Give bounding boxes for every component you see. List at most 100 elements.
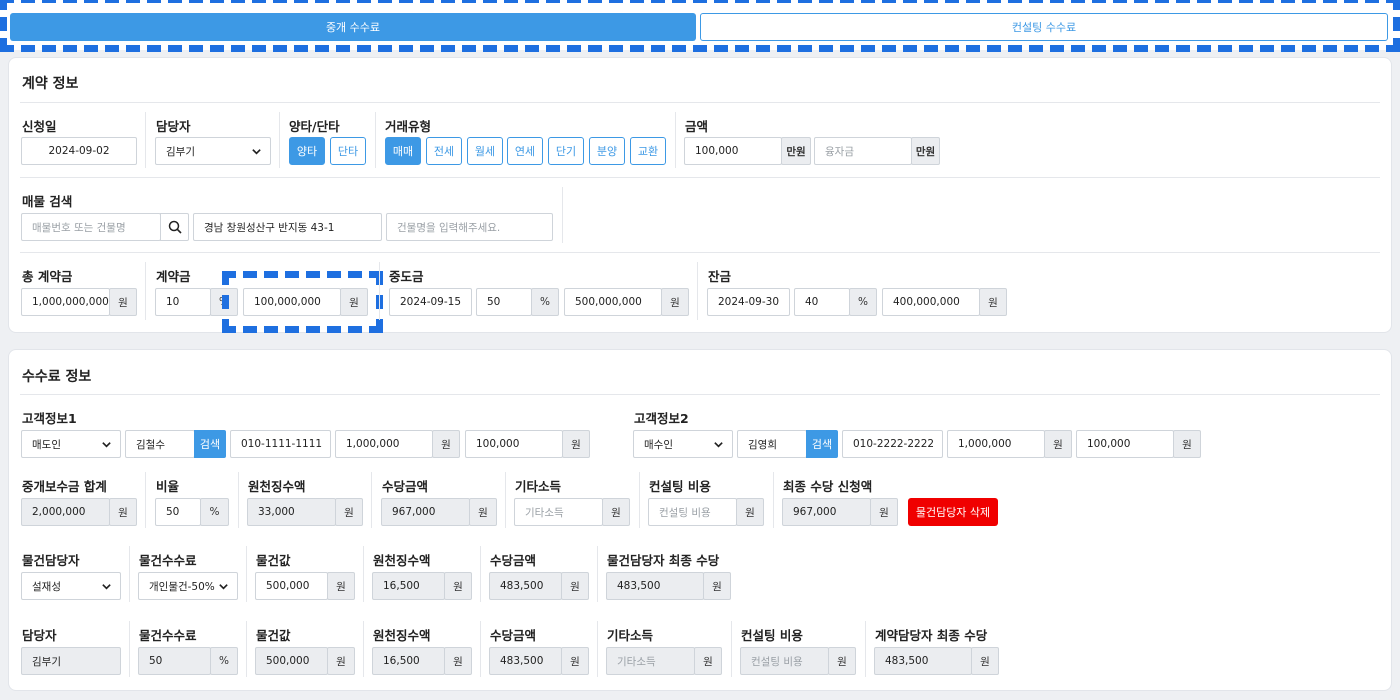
- divider: [20, 252, 1380, 253]
- deal-type-jeonse[interactable]: 전세: [426, 137, 462, 165]
- property-allowance-input: 483,500: [489, 572, 562, 600]
- divider: [480, 621, 481, 677]
- fee-total-input: 2,000,000: [21, 498, 110, 526]
- customer1-label: 고객정보1: [22, 411, 77, 426]
- chevron-down-icon: [252, 149, 261, 155]
- side-option-both[interactable]: 양타: [289, 137, 325, 165]
- divider: [597, 621, 598, 677]
- customer1-phone-input[interactable]: 010-1111-1111: [230, 430, 331, 458]
- manager-label: 담당자: [156, 119, 191, 134]
- building-name-input[interactable]: 건물명을 입력해주세요.: [386, 213, 553, 241]
- consulting-cost-input[interactable]: 컨설팅 비용: [648, 498, 737, 526]
- apply-date-input[interactable]: 2024-09-02: [21, 137, 137, 165]
- tab-consulting-fee[interactable]: 컨설팅 수수료: [700, 13, 1388, 41]
- deposit-percent-input[interactable]: 10: [155, 288, 211, 316]
- ratio-label: 비율: [156, 479, 180, 494]
- balance-percent-input[interactable]: 40: [794, 288, 850, 316]
- amount-label: 금액: [685, 119, 709, 134]
- customer1-amount1-input[interactable]: 1,000,000: [335, 430, 433, 458]
- customer2-name-input[interactable]: 김영희: [737, 430, 807, 458]
- deposit-percent-unit: %: [210, 288, 238, 316]
- property-manager-select[interactable]: 설재성: [21, 572, 121, 600]
- final-claim-unit: 원: [870, 498, 898, 526]
- contract-withholding-label: 원천징수액: [373, 628, 431, 643]
- customer2-search-button[interactable]: 검색: [806, 430, 838, 458]
- loan-unit: 만원: [911, 137, 940, 165]
- divider: [20, 177, 1380, 178]
- customer1-amount2-input[interactable]: 100,000: [465, 430, 563, 458]
- contract-fee-label: 물건수수료: [139, 628, 197, 643]
- deal-type-yearly[interactable]: 연세: [507, 137, 543, 165]
- property-final-label: 물건담당자 최종 수당: [607, 553, 720, 568]
- manager-select-value: 김부기: [166, 145, 195, 158]
- property-price-input[interactable]: 500,000: [255, 572, 328, 600]
- final-claim-label: 최종 수당 신청액: [783, 479, 873, 494]
- amount-input[interactable]: 100,000: [684, 137, 782, 165]
- deal-type-sale[interactable]: 매매: [385, 137, 421, 165]
- customer1-search-button[interactable]: 검색: [194, 430, 226, 458]
- side-option-single[interactable]: 단타: [330, 137, 366, 165]
- contract-final-unit: 원: [971, 647, 999, 675]
- divider: [480, 546, 481, 602]
- customer1-role-select[interactable]: 매도인: [21, 430, 121, 458]
- total-contract-unit: 원: [109, 288, 137, 316]
- customer2-phone-input[interactable]: 010-2222-2222: [842, 430, 943, 458]
- divider: [505, 472, 506, 528]
- customer2-amount2-input[interactable]: 100,000: [1076, 430, 1174, 458]
- contract-consulting-input: 컨설팅 비용: [740, 647, 829, 675]
- divider: [639, 472, 640, 528]
- deposit-amount-input[interactable]: 100,000,000: [243, 288, 341, 316]
- middle-percent-input[interactable]: 50: [476, 288, 532, 316]
- divider: [129, 621, 130, 677]
- middle-payment-label: 중도금: [389, 269, 424, 284]
- other-income-input[interactable]: 기타소득: [514, 498, 603, 526]
- divider: [246, 546, 247, 602]
- property-fee-select[interactable]: 개인물건-50%: [138, 572, 238, 600]
- deal-type-presale[interactable]: 분양: [589, 137, 625, 165]
- total-contract-input[interactable]: 1,000,000,000: [21, 288, 110, 316]
- divider: [363, 621, 364, 677]
- divider: [238, 472, 239, 528]
- divider: [597, 546, 598, 602]
- middle-date-input[interactable]: 2024-09-15: [389, 288, 472, 316]
- balance-amount-unit: 원: [979, 288, 1007, 316]
- contract-consulting-unit: 원: [828, 647, 856, 675]
- customer2-amount1-input[interactable]: 1,000,000: [947, 430, 1045, 458]
- property-final-unit: 원: [703, 572, 731, 600]
- contract-consulting-label: 컨설팅 비용: [741, 628, 803, 643]
- property-search-button[interactable]: [160, 213, 189, 241]
- balance-amount-input[interactable]: 400,000,000: [882, 288, 980, 316]
- customer1-amount1-unit: 원: [432, 430, 460, 458]
- ratio-unit: %: [200, 498, 229, 526]
- tab-brokerage-fee[interactable]: 중개 수수료: [10, 13, 696, 41]
- property-search-input[interactable]: 매물번호 또는 건물명: [21, 213, 161, 241]
- balance-percent-unit: %: [849, 288, 877, 316]
- middle-amount-input[interactable]: 500,000,000: [564, 288, 662, 316]
- delete-property-manager-button[interactable]: 물건담당자 삭제: [908, 498, 998, 526]
- deal-type-exchange[interactable]: 교환: [630, 137, 666, 165]
- allowance-label: 수당금액: [382, 479, 429, 494]
- loan-input[interactable]: 융자금: [814, 137, 912, 165]
- fee-total-unit: 원: [109, 498, 137, 526]
- deal-type-short[interactable]: 단기: [548, 137, 584, 165]
- deal-type-monthly[interactable]: 월세: [467, 137, 503, 165]
- other-income-label: 기타소득: [515, 479, 562, 494]
- property-price-unit: 원: [327, 572, 355, 600]
- chevron-down-icon: [714, 442, 723, 448]
- contract-other-income-unit: 원: [694, 647, 722, 675]
- balance-date-input[interactable]: 2024-09-30: [707, 288, 790, 316]
- withholding-label: 원천징수액: [248, 479, 306, 494]
- customer1-name-input[interactable]: 김철수: [125, 430, 195, 458]
- ratio-input[interactable]: 50: [155, 498, 201, 526]
- contract-fee-unit: %: [210, 647, 238, 675]
- manager-select[interactable]: 김부기: [155, 137, 271, 165]
- property-address-input[interactable]: 경남 창원성산구 반지동 43-1: [193, 213, 382, 241]
- deposit-amount-unit: 원: [340, 288, 368, 316]
- apply-date-label: 신청일: [22, 119, 57, 134]
- chevron-down-icon: [102, 584, 111, 590]
- divider: [773, 472, 774, 528]
- customer2-role-select[interactable]: 매수인: [633, 430, 733, 458]
- contract-manager-input: 김부기: [21, 647, 121, 675]
- search-icon: [168, 220, 182, 234]
- allowance-input: 967,000: [381, 498, 470, 526]
